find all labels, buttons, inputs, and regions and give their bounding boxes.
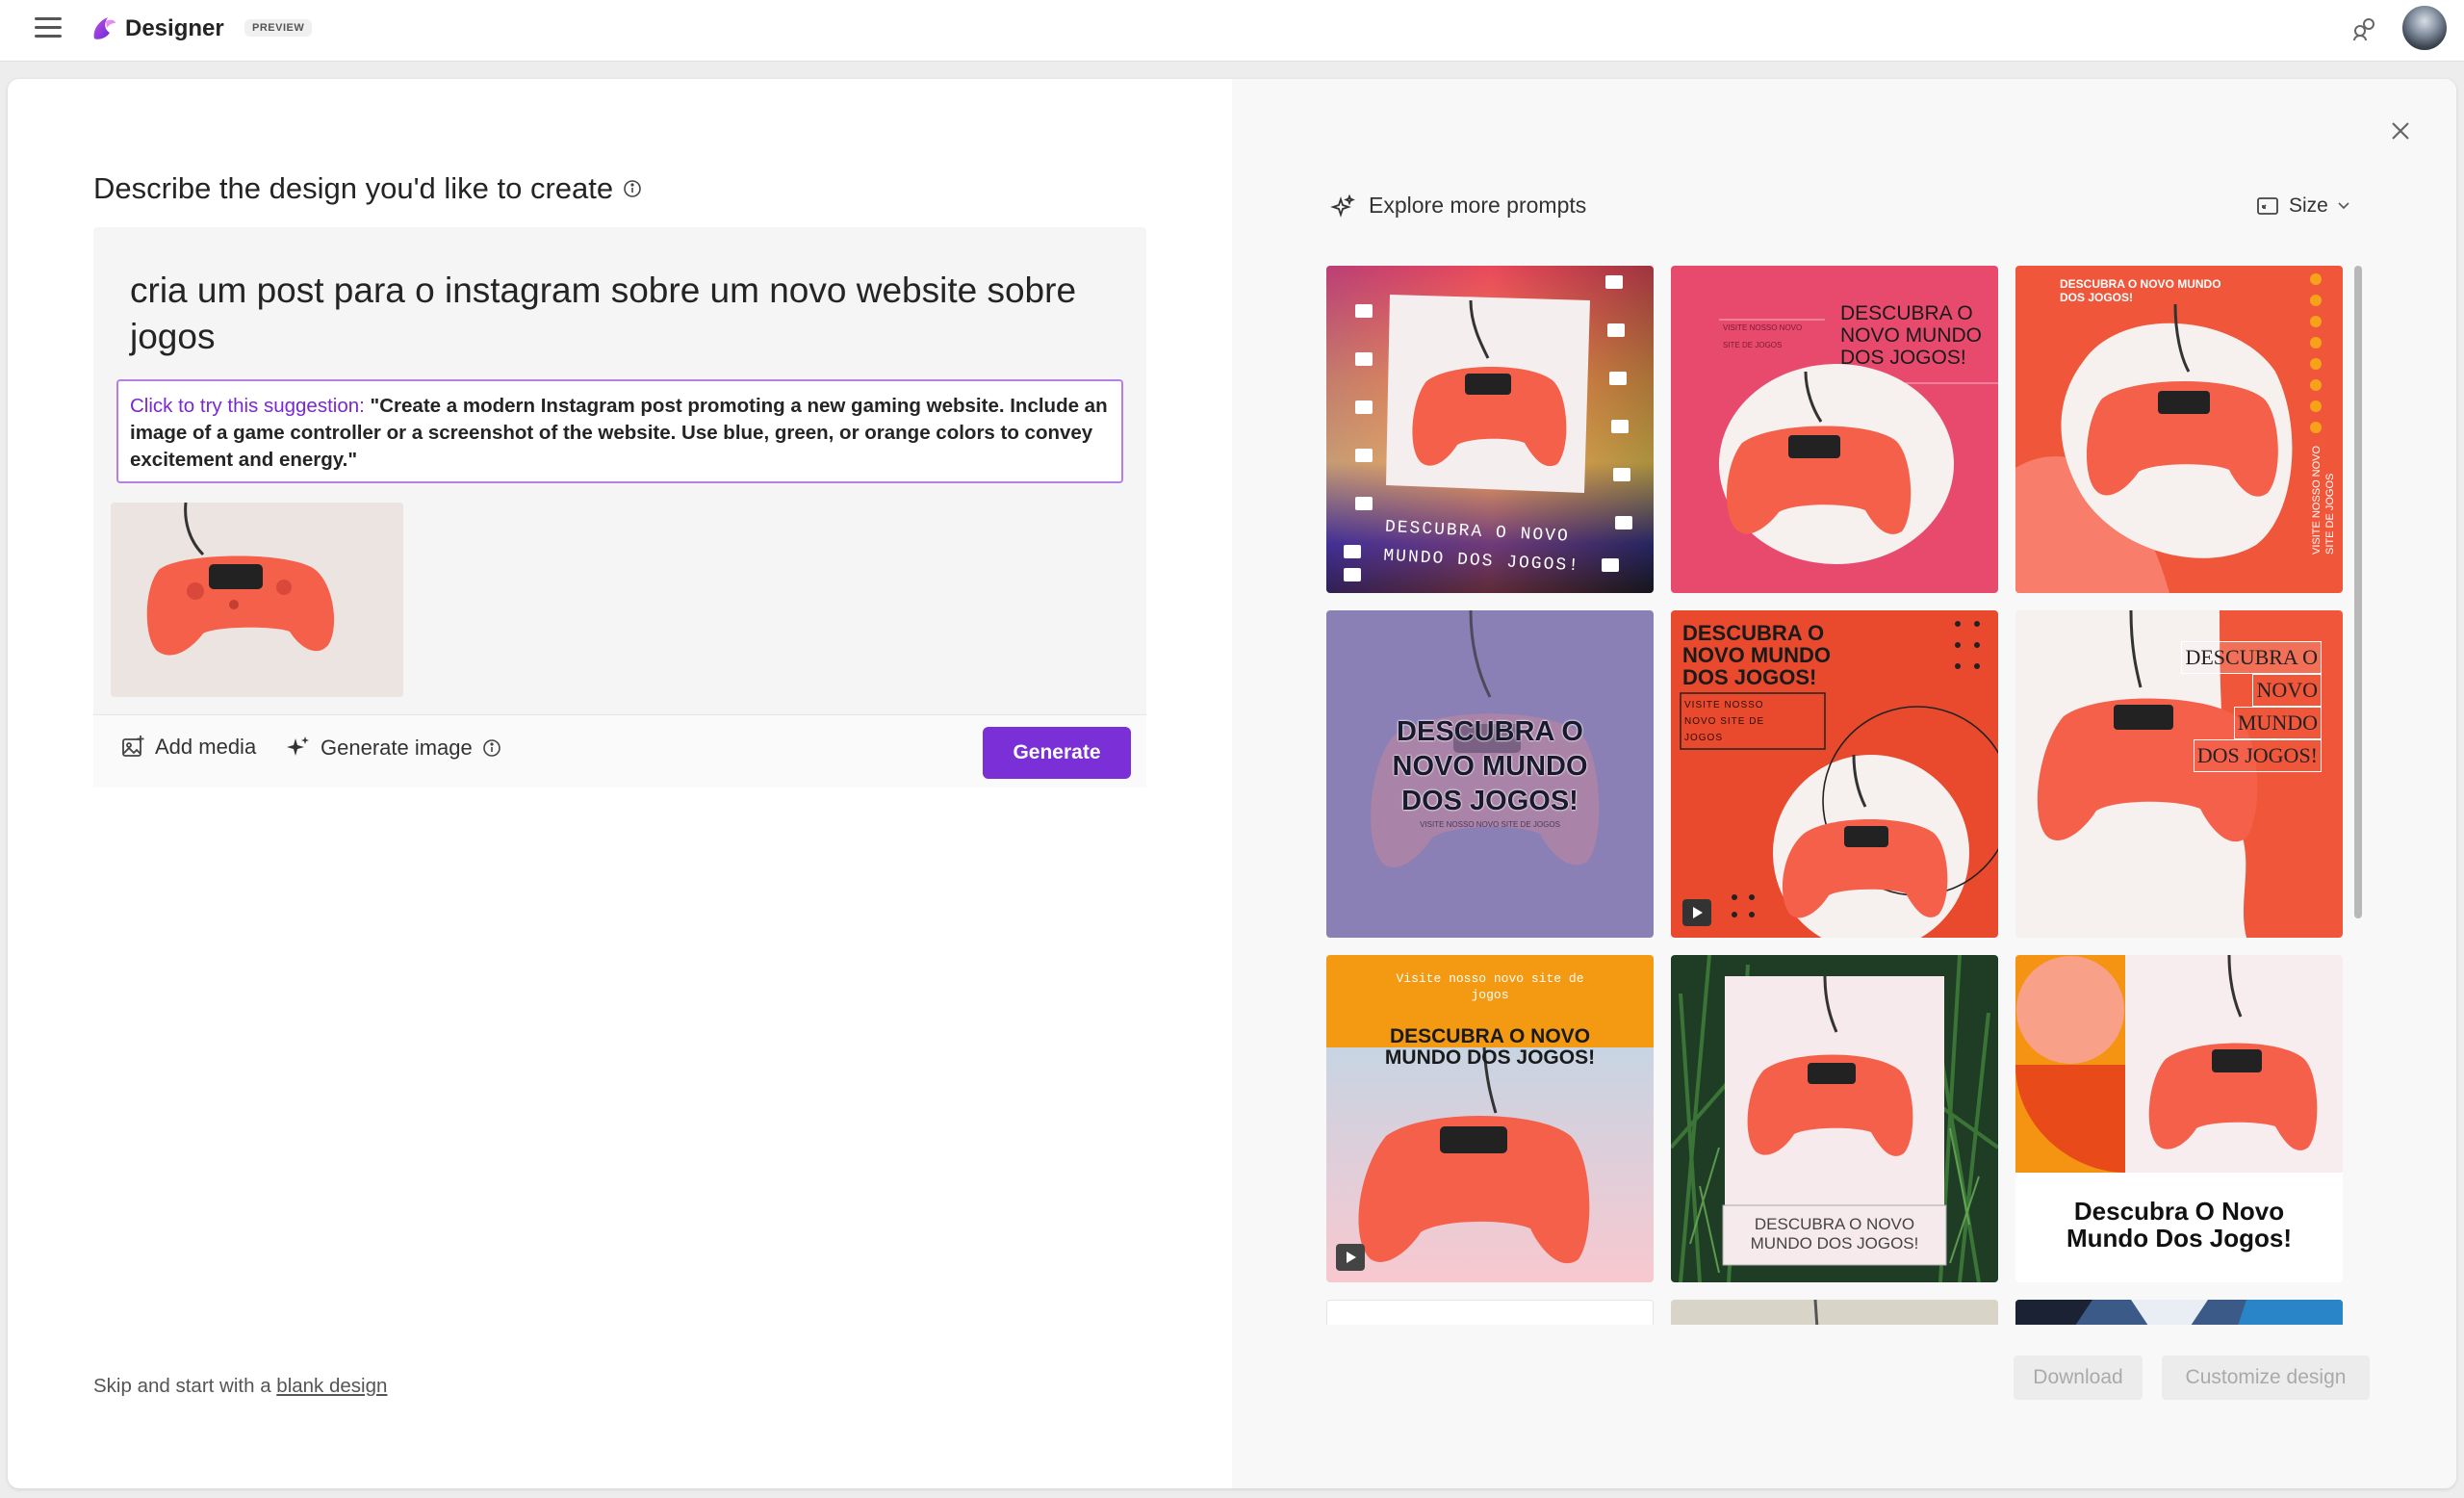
skip-prefix: Skip and start with a [93, 1375, 271, 1397]
design-title: DESCUBRA O NOVO MUNDO DOS JOGOS! [2181, 641, 2322, 772]
design-subtitle: VISITE NOSSO NOVO SITE DE JOGOS [1723, 323, 1803, 349]
controller-photo [111, 503, 403, 697]
design-preview [2015, 1300, 2343, 1325]
design-preview [1671, 1300, 1998, 1325]
page-title: Describe the design you'd like to create [93, 171, 642, 206]
design-title-line: DESCUBRA O [2181, 641, 2322, 674]
uploaded-image-thumbnail[interactable] [111, 503, 403, 697]
design-card[interactable]: DESCUBRA O NOVO MUNDO DOS JOGOS! VISITE … [1326, 610, 1654, 938]
size-dropdown[interactable]: Size [2256, 194, 2349, 218]
download-button[interactable]: Download [2014, 1356, 2143, 1400]
share-icon[interactable] [2350, 15, 2377, 42]
design-text: DESCUBRA O NOVO MUNDO DOS JOGOS! [1382, 517, 1581, 577]
generate-image-label: Generate image [321, 736, 473, 760]
design-title-line: NOVO [2252, 674, 2322, 707]
sparkle-icon [287, 736, 309, 756]
design-card[interactable]: DESCUBRA O NOVO MUNDO DOS JOGOS! [1326, 266, 1654, 593]
design-title-line: DOS JOGOS! [2193, 739, 2322, 772]
top-bar: Designer PREVIEW [0, 0, 2464, 62]
generate-image-button[interactable]: Generate image [284, 735, 501, 762]
design-subtitle: VISITE NOSSO NOVO SITE DE JOGOS [1684, 700, 1765, 743]
close-icon[interactable] [2387, 117, 2414, 144]
design-title: DESCUBRA O NOVO MUNDO DOS JOGOS! [1392, 716, 1588, 816]
design-preview [1326, 955, 1654, 1282]
app-brand: Designer [125, 15, 224, 41]
design-card[interactable]: DESCUBRA O NOVO MUNDO DOS JOGOS! VISITE … [1671, 610, 1998, 938]
add-media-label: Add media [155, 735, 257, 759]
suggestion-card[interactable]: Click to try this suggestion: "Create a … [116, 379, 1123, 483]
design-title: DESCUBRA O NOVO MUNDO DOS JOGOS! [1384, 1025, 1596, 1069]
design-card[interactable] [1671, 1300, 1998, 1325]
resize-icon [2257, 197, 2278, 215]
design-preview [2015, 266, 2343, 593]
design-card[interactable]: DESCUBRA O NOVO MUNDO DOS JOGOS! [1671, 955, 1998, 1282]
design-subtitle: Visite nosso novo site de jogos [1396, 971, 1584, 1002]
chevron-down-icon [2338, 202, 2349, 210]
design-title: Descubra O Novo Mundo Dos Jogos! [2066, 1197, 2292, 1253]
design-card[interactable]: Descubra O Novo Mundo Dos Jogos! [2015, 955, 2343, 1282]
design-card[interactable]: DESCUBRA O NOVO MUNDO DOS JOGOS! VISITE … [1671, 266, 1998, 593]
customize-design-button[interactable]: Customize design [2162, 1356, 2370, 1400]
design-title: DESCUBRA O NOVO MUNDO DOS JOGOS! [1682, 621, 1831, 689]
size-label: Size [2289, 194, 2328, 217]
skip-text: Skip and start with a blank design [93, 1375, 387, 1398]
add-media-icon [122, 736, 144, 757]
design-title-line: MUNDO [2233, 707, 2322, 739]
sparkle-icon [1330, 194, 1355, 218]
design-card[interactable]: Visite nosso novo site de jogos DESCUBRA… [1326, 955, 1654, 1282]
page-title-text: Describe the design you'd like to create [93, 171, 614, 205]
explore-prompts-button[interactable]: Explore more prompts [1330, 193, 1586, 219]
prompt-input[interactable]: cria um post para o instagram sobre um n… [130, 268, 1102, 360]
prompt-toolbar: Add media Generate image Generate [93, 714, 1146, 788]
design-card[interactable]: DESCUBRA O NOVO MUNDO DOS JOGOS! VISITE … [2015, 266, 2343, 593]
design-title: DESCUBRA O NOVO MUNDO DOS JOGOS! [2060, 277, 2221, 304]
add-media-button[interactable]: Add media [120, 735, 256, 760]
suggestion-lead: Click to try this suggestion: [130, 395, 365, 417]
user-avatar[interactable] [2400, 4, 2449, 52]
design-title: DESCUBRA O NOVO MUNDO DOS JOGOS! [1840, 302, 1982, 369]
generate-button[interactable]: Generate [983, 727, 1131, 779]
designer-logo-icon [93, 17, 116, 39]
info-icon[interactable] [623, 179, 642, 198]
design-subtitle: VISITE NOSSO NOVO SITE DE JOGOS [2311, 445, 2336, 555]
designs-grid: DESCUBRA O NOVO MUNDO DOS JOGOS! DESCUBR… [1326, 266, 2364, 1325]
info-icon[interactable] [482, 738, 501, 758]
design-title: DESCUBRA O NOVO MUNDO DOS JOGOS! [1750, 1215, 1919, 1253]
design-card[interactable] [2015, 1300, 2343, 1325]
design-subtitle: VISITE NOSSO NOVO SITE DE JOGOS [1420, 820, 1560, 829]
explore-label: Explore more prompts [1369, 193, 1587, 218]
design-card[interactable]: DESCUBRA O NOVO MUNDO DOS JOGOS! [2015, 610, 2343, 938]
design-card[interactable] [1326, 1300, 1654, 1325]
prompt-box: cria um post para o instagram sobre um n… [93, 227, 1146, 788]
preview-badge: PREVIEW [244, 19, 313, 37]
designs-scrollbar[interactable] [2354, 266, 2362, 918]
blank-design-link[interactable]: blank design [276, 1375, 387, 1397]
menu-icon[interactable] [35, 17, 62, 40]
